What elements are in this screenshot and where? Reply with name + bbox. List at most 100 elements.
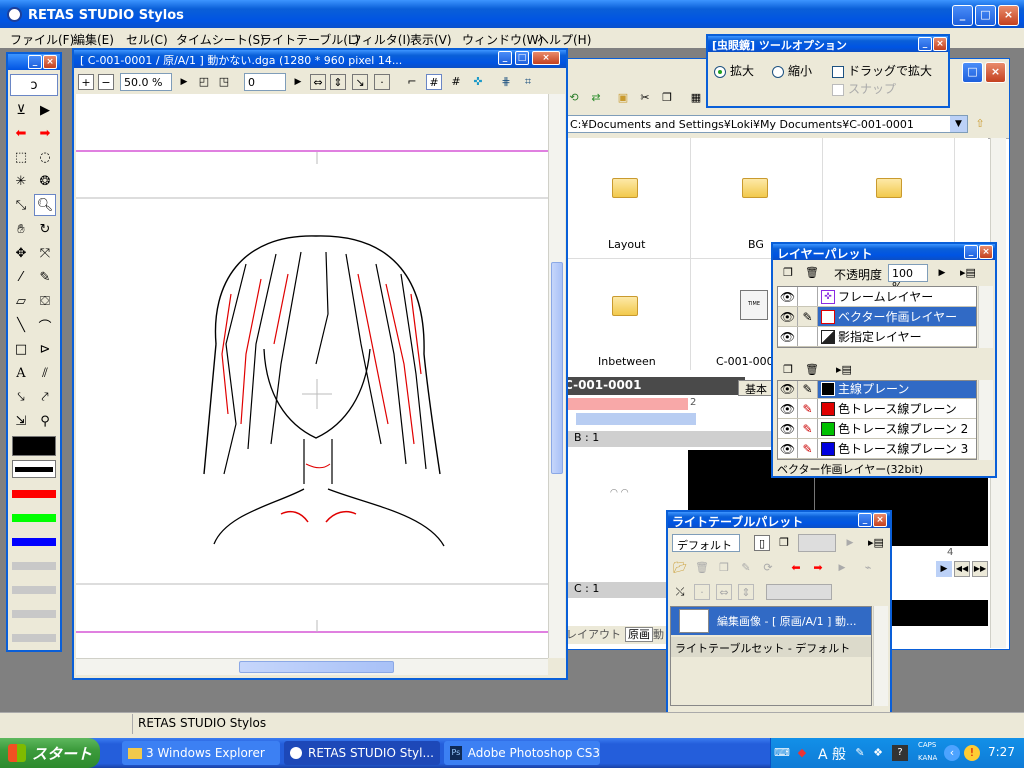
vector-search-icon[interactable]: ⚲ — [34, 410, 56, 432]
rectangle-tool-icon[interactable]: □ — [10, 338, 32, 360]
polygon-tool-icon[interactable]: ⊳ — [34, 338, 56, 360]
pen-icon[interactable]: ✎ — [798, 381, 818, 398]
eye-icon[interactable]: 👁︎ — [778, 287, 798, 306]
new-plane-icon[interactable]: ❐ — [780, 362, 796, 378]
close-button[interactable]: × — [998, 5, 1019, 26]
minimize-button[interactable]: _ — [952, 5, 973, 26]
edit-icon[interactable]: ✎ — [798, 439, 818, 458]
zoom-arrow-icon[interactable]: ▶ — [176, 74, 192, 90]
zoom-field[interactable]: 50.0 % — [120, 73, 172, 91]
pen-tool-icon[interactable]: ✎ — [34, 266, 56, 288]
tool-options-close[interactable]: × — [933, 37, 947, 51]
sync-icon[interactable]: ⇄ — [588, 90, 604, 106]
lighttable-scroll[interactable] — [873, 606, 888, 706]
sub-color-swatch[interactable] — [12, 460, 56, 478]
rect-select-icon[interactable]: ⬚ — [10, 146, 32, 168]
layer-row[interactable]: 👁︎ 影指定レイヤー — [778, 327, 976, 347]
input-method-icon[interactable]: ◆ — [794, 745, 810, 761]
folder-icon[interactable] — [876, 178, 902, 198]
rotate-tool-icon[interactable]: ↻ — [34, 218, 56, 240]
tray-icon-2[interactable]: ❖ — [870, 745, 886, 761]
menu-filter[interactable]: フィルタ(I) — [350, 31, 411, 48]
pen-blue-swatch[interactable] — [12, 538, 56, 546]
delete-plane-icon[interactable]: 🗑︎ — [804, 362, 820, 378]
lt-left-icon[interactable]: ⬅ — [788, 560, 804, 576]
layer-menu-icon[interactable]: ▸▤ — [960, 265, 976, 281]
tool-options-min[interactable]: _ — [918, 37, 932, 51]
layer-palette-min[interactable]: _ — [964, 245, 978, 259]
vector-thin-icon[interactable]: ⇲ — [10, 410, 32, 432]
guide-icon[interactable]: ⌐ — [404, 74, 420, 90]
lighttable-set-row[interactable]: ライトテーブルセット - デフォルト — [671, 637, 871, 657]
lasso-select-icon[interactable]: ◌ — [34, 146, 56, 168]
plane-list-scroll[interactable] — [978, 380, 993, 460]
field-icon[interactable]: ✜ — [470, 74, 486, 90]
canvas-vscroll[interactable] — [548, 94, 565, 658]
eye-icon[interactable]: 👁︎ — [778, 439, 798, 458]
maximize-button[interactable]: □ — [975, 5, 996, 26]
lt-move-icon[interactable]: ⤯ — [672, 584, 688, 600]
transform-tool-icon[interactable]: ⤧ — [34, 242, 56, 264]
eye-icon[interactable]: 👁︎ — [778, 419, 798, 438]
menu-view[interactable]: 表示(V) — [410, 31, 452, 48]
brush-tool-icon[interactable]: ⫽ — [34, 362, 56, 384]
grid-icon[interactable]: ▦ — [688, 90, 704, 106]
curve-tool-icon[interactable]: ⌒ — [34, 314, 56, 336]
tray-icon-1[interactable]: ✎ — [852, 745, 868, 761]
rotation-arrow-icon[interactable]: ▶ — [290, 74, 306, 90]
lock-icon[interactable] — [798, 327, 818, 346]
vector-edit-icon[interactable]: ⤤ — [34, 386, 56, 408]
lighttable-min[interactable]: _ — [858, 513, 872, 527]
explorer-path-field[interactable]: C:¥Documents and Settings¥Loki¥My Docume… — [566, 115, 968, 133]
move-select-icon[interactable]: ⤡ — [10, 194, 32, 216]
canvas-max-button[interactable]: □ — [515, 51, 529, 65]
explorer-item-inbetween[interactable]: Inbetween — [598, 355, 656, 368]
up-folder-icon[interactable]: ⇧ — [972, 116, 988, 132]
lighttable-preset-dropdown[interactable]: デフォルト — [672, 534, 740, 552]
refresh-icon[interactable]: ⟲ — [566, 90, 582, 106]
zoom-out-icon[interactable]: − — [98, 74, 114, 90]
plane-menu-icon[interactable]: ▸▤ — [836, 362, 852, 378]
pen-empty-swatch-1[interactable] — [12, 562, 56, 570]
new-folder-icon[interactable]: ▣ — [615, 90, 631, 106]
tray-notify-icon[interactable]: ! — [964, 745, 980, 761]
edit-icon[interactable]: ✎ — [798, 399, 818, 418]
layer-row-selected[interactable]: 👁︎ ✎ ベクター作画レイヤー — [778, 307, 976, 327]
lock-icon[interactable] — [798, 287, 818, 306]
ime-mode[interactable]: A 般 — [818, 744, 846, 764]
lt-right-icon[interactable]: ➡ — [810, 560, 826, 576]
timesheet-hscroll[interactable]: ▶ — [936, 561, 952, 577]
explorer-close-button[interactable]: × — [985, 62, 1006, 83]
edit-icon[interactable]: ✎ — [798, 419, 818, 438]
folder-icon[interactable] — [612, 296, 638, 316]
drawing-canvas[interactable] — [76, 94, 548, 658]
pen-empty-swatch-4[interactable] — [12, 634, 56, 642]
bucket-icon[interactable]: ⛋ — [34, 290, 56, 312]
menu-edit[interactable]: 編集(E) — [73, 31, 114, 48]
eraser-icon[interactable]: ▱ — [10, 290, 32, 312]
move-tool-icon[interactable]: ✥ — [10, 242, 32, 264]
layer-row[interactable]: 👁︎ ✜ フレームレイヤー — [778, 287, 976, 307]
lighttable-menu-icon[interactable]: ▸▤ — [868, 535, 884, 551]
drag-zoom-option[interactable]: ドラッグで拡大 — [832, 62, 932, 79]
lighttable-entry[interactable]: 編集画像 - [ 原画/A/1 ] 動... — [671, 607, 871, 635]
flip-v-icon[interactable]: ⇕ — [330, 74, 346, 90]
plane-row[interactable]: 👁︎ ✎ 色トレース線プレーン 3 — [778, 439, 976, 459]
tool-palette-close[interactable]: × — [43, 55, 57, 69]
menu-window[interactable]: ウィンドウ(W) — [462, 31, 543, 48]
ruler-icon[interactable]: ⋕ — [498, 74, 514, 90]
canvas-hscroll-thumb[interactable] — [239, 661, 394, 673]
folder-icon[interactable] — [742, 178, 768, 198]
zoom-in-icon[interactable]: + — [78, 74, 94, 90]
flip-h-icon[interactable]: ⇔ — [310, 74, 326, 90]
tray-arrow-icon[interactable]: ‹ — [944, 745, 960, 761]
copy-set-icon[interactable]: ❐ — [776, 535, 792, 551]
opacity-field[interactable]: 100 % — [888, 264, 928, 293]
plane-row-selected[interactable]: 👁︎ ✎ 主線プレーン — [778, 381, 976, 399]
tool-palette-min[interactable]: _ — [28, 55, 42, 69]
center-view-icon[interactable]: · — [374, 74, 390, 90]
canvas-min-button[interactable]: _ — [498, 51, 512, 65]
pen-green-swatch[interactable] — [12, 514, 56, 522]
task-explorer[interactable]: 3 Windows Explorer — [122, 741, 280, 765]
tab-douga[interactable]: 動 — [653, 628, 664, 641]
